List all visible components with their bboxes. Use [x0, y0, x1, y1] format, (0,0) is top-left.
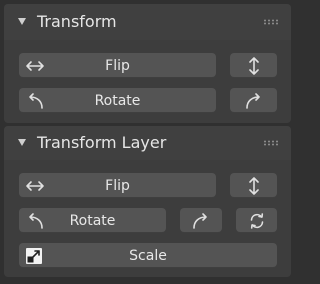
transform-panel-header[interactable]: Transform — [4, 4, 291, 40]
transform-layer-panel-header[interactable]: Transform Layer — [4, 126, 291, 160]
rotate-label: Rotate — [94, 92, 141, 109]
rotate-label: Rotate — [69, 212, 116, 229]
collapse-arrow-icon[interactable] — [18, 139, 26, 146]
transform-panel: Transform Flip Rotate — [4, 4, 291, 123]
layer-scale-button[interactable]: Scale — [19, 243, 277, 268]
collapse-arrow-icon[interactable] — [18, 18, 26, 25]
layer-rotate-right-button[interactable] — [180, 208, 222, 233]
panel-title: Transform Layer — [37, 133, 167, 152]
rotate-right-button[interactable] — [230, 88, 277, 113]
flip-vertical-icon — [244, 176, 264, 196]
flip-horizontal-button[interactable]: Flip — [19, 53, 216, 78]
panel-title: Transform — [37, 12, 117, 31]
rotate-right-icon — [191, 211, 211, 231]
drag-grip-icon[interactable] — [263, 19, 279, 25]
scale-label: Scale — [129, 247, 167, 264]
rotate-left-button[interactable]: Rotate — [19, 88, 216, 113]
layer-flip-horizontal-button[interactable]: Flip — [19, 173, 216, 198]
layer-rotate-left-button[interactable]: Rotate — [19, 208, 166, 233]
flip-vertical-button[interactable] — [230, 53, 277, 78]
flip-label: Flip — [105, 57, 130, 74]
layer-flip-vertical-button[interactable] — [230, 173, 277, 198]
layer-reset-rotation-button[interactable] — [236, 208, 277, 233]
rotate-right-icon — [244, 91, 264, 111]
flip-vertical-icon — [244, 56, 264, 76]
transform-layer-panel: Transform Layer Flip Rotate Scale — [4, 126, 291, 277]
reset-rotation-icon — [247, 211, 267, 231]
drag-grip-icon[interactable] — [263, 140, 279, 146]
flip-label: Flip — [105, 177, 130, 194]
